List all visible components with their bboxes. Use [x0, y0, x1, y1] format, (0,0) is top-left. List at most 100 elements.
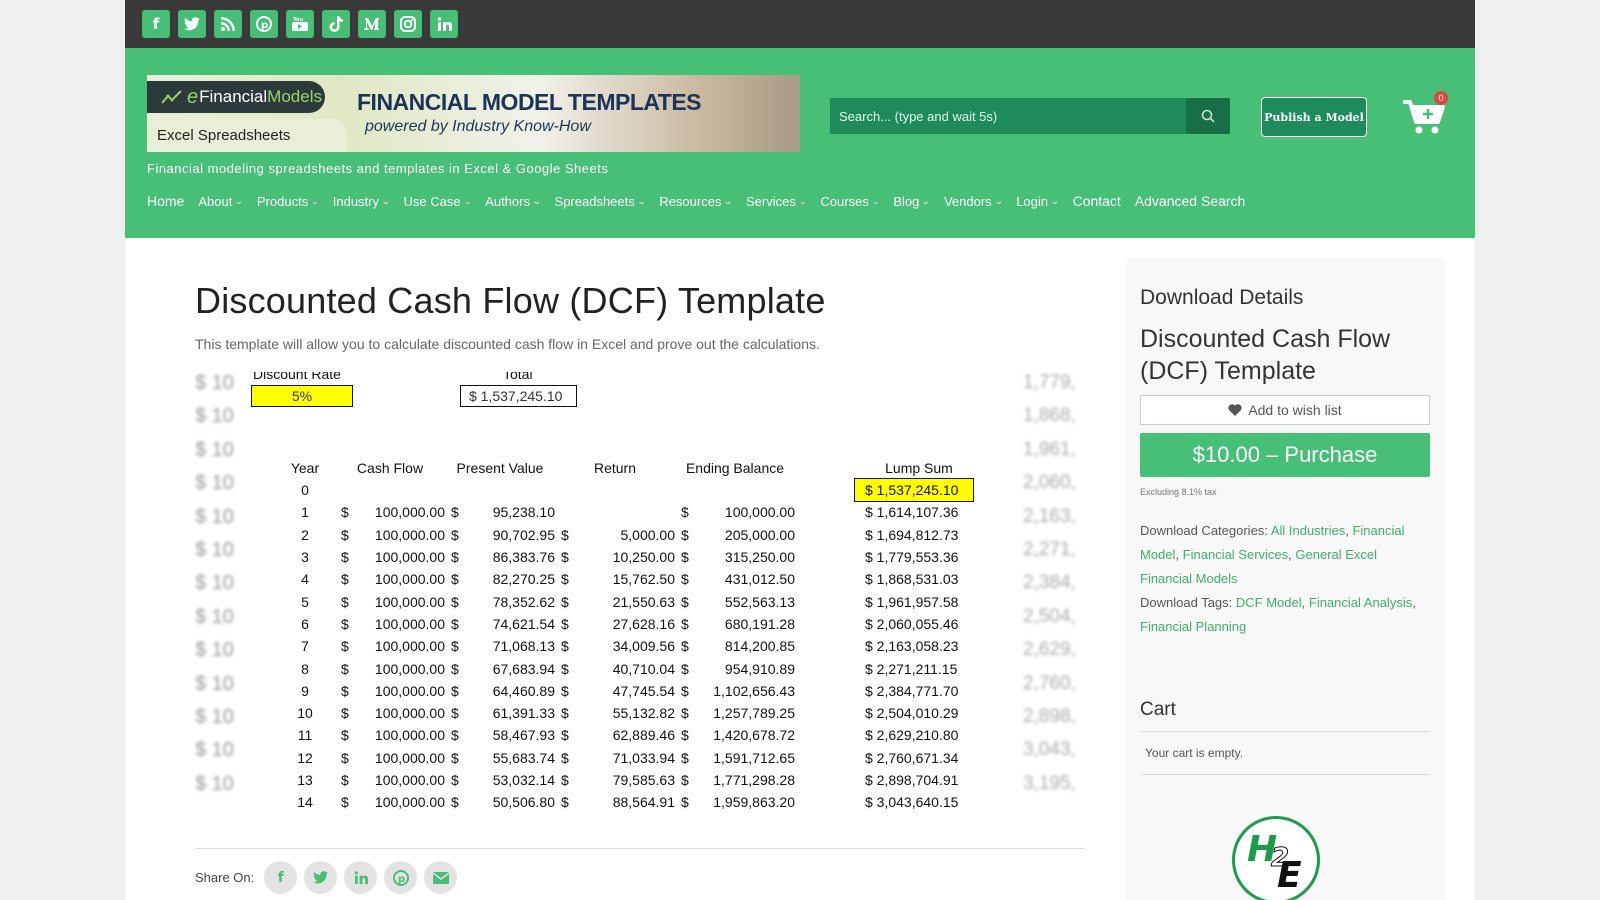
return-currency: $: [561, 749, 569, 766]
nav-label: Industry: [332, 193, 379, 209]
product-intro: This template will allow you to calculat…: [195, 336, 820, 352]
return-currency: $: [561, 772, 569, 788]
ghost-left-cell: $ 10: [195, 538, 234, 561]
nav-resources[interactable]: Resources ⌄: [659, 194, 733, 209]
ending-balance-cell: 1,420,678.72: [713, 727, 795, 744]
share-twitter-icon[interactable]: [304, 861, 338, 894]
cart-button[interactable]: 0: [1401, 91, 1448, 136]
header-banner[interactable]: e Financial Models Excel Spreadsheets FINA…: [147, 75, 800, 152]
share-linkedin-icon[interactable]: [344, 861, 378, 894]
medium-icon[interactable]: [358, 10, 386, 38]
category-link[interactable]: All Industries: [1271, 523, 1345, 538]
cash-flow-cell: 100,000.00: [374, 526, 445, 543]
nav-login[interactable]: Login ⌄: [1016, 194, 1059, 209]
return-cell: [577, 479, 675, 501]
nav-advanced-search[interactable]: Advanced Search: [1135, 193, 1246, 209]
purchase-button[interactable]: $10.00 – Purchase: [1140, 433, 1430, 477]
share-pinterest-icon[interactable]: p: [384, 861, 418, 894]
nav-industry[interactable]: Industry ⌄: [332, 193, 391, 209]
wishlist-label: Add to wish list: [1248, 402, 1342, 418]
table-row: 2 $100,000.00 $90,702.95 $5,000.00 $205,000.…: [275, 524, 973, 546]
share-email-icon[interactable]: [424, 861, 458, 894]
cash-flow-currency: [335, 479, 357, 501]
nav-home[interactable]: Home: [147, 193, 184, 209]
twitter-icon[interactable]: [178, 10, 206, 38]
nav-authors[interactable]: Authors ⌄: [485, 194, 541, 209]
return-cell: 21,550.63: [612, 593, 675, 610]
category-link[interactable]: Financial Services: [1183, 547, 1289, 562]
tag-link[interactable]: Financial Planning: [1140, 619, 1246, 634]
share-facebook-icon[interactable]: f: [264, 861, 298, 894]
present-value-cell: 58,467.93: [492, 727, 555, 744]
nav-vendors[interactable]: Vendors ⌄: [944, 194, 1003, 209]
return-currency: $: [561, 593, 569, 610]
nav-products[interactable]: Products ⌄: [257, 194, 320, 209]
nav-spreadsheets[interactable]: Spreadsheets ⌄: [555, 194, 647, 209]
ghost-right-cell: 1,779,: [1023, 372, 1076, 393]
cash-flow-cell: 100,000.00: [374, 682, 445, 699]
rss-icon[interactable]: [214, 10, 242, 38]
facebook-icon[interactable]: f: [142, 10, 170, 38]
search-input[interactable]: [830, 98, 1186, 134]
present-value-cell: 71,068.13: [492, 638, 555, 655]
present-value-cell: 64,460.89: [492, 682, 555, 699]
year: 9: [301, 682, 309, 699]
youtube-icon[interactable]: You: [286, 10, 314, 38]
return-currency: [555, 501, 577, 523]
year: 6: [301, 615, 309, 632]
nav-use-case[interactable]: Use Case ⌄: [404, 194, 473, 209]
table-row: 5 $100,000.00 $78,352.62 $21,550.63 $552,563…: [275, 590, 973, 612]
ghost-right-cell: 1,868,: [1023, 405, 1076, 427]
tiktok-icon[interactable]: [322, 10, 350, 38]
return-cell: 79,585.63: [612, 772, 675, 788]
discount-rate-value: 5%: [251, 385, 353, 407]
search-button[interactable]: [1186, 98, 1230, 134]
product-title: Discounted Cash Flow (DCF) Template: [195, 280, 826, 321]
spreadsheet-preview-image[interactable]: $ 10 $ 10 $ 10 $ 10 $ 10 $ 10 $ 10 $ 10 $ 10 $ 10…: [195, 372, 1085, 817]
nav-about[interactable]: About ⌄: [198, 194, 244, 209]
search-icon: [1201, 109, 1215, 123]
present-value-currency: $: [451, 660, 459, 677]
svg-text:p: p: [261, 20, 268, 31]
return-cell: 40,710.04: [612, 660, 675, 677]
spacer-cell: [795, 501, 855, 523]
ending-balance-cell: 315,250.00: [724, 549, 795, 566]
cash-flow-cell: 100,000.00: [374, 504, 445, 521]
logo-models: Models: [267, 87, 322, 106]
present-value-currency: $: [451, 749, 459, 766]
lump-sum-cell: $ 2,760,671.34: [865, 749, 959, 766]
return-cell: 55,132.82: [612, 705, 675, 722]
spacer-cell: [795, 769, 855, 791]
cash-flow-cell: 100,000.00: [374, 772, 445, 788]
nav-services[interactable]: Services ⌄: [746, 194, 808, 209]
svg-text:You: You: [292, 17, 304, 23]
ghost-left-cell: $ 10: [195, 472, 234, 495]
ending-balance-cell: 954,910.89: [724, 660, 795, 677]
nav-blog[interactable]: Blog ⌄: [893, 194, 931, 209]
present-value-currency: $: [451, 549, 459, 566]
return-currency: $: [561, 682, 569, 699]
nav-courses[interactable]: Courses ⌄: [820, 194, 880, 209]
nav-contact[interactable]: Contact: [1073, 193, 1121, 209]
tag-link[interactable]: Financial Analysis: [1309, 595, 1412, 610]
ending-balance-cell: 814,200.85: [724, 638, 795, 655]
publish-model-button[interactable]: Publish a Model: [1261, 97, 1367, 137]
chevron-down-icon: ⌄: [636, 195, 647, 206]
return-cell: [577, 501, 675, 523]
tax-note: Excluding 8.1% tax: [1140, 487, 1217, 497]
cash-flow-currency: $: [341, 705, 349, 722]
year: 13: [297, 772, 313, 788]
instagram-icon[interactable]: [394, 10, 422, 38]
logo-e: e: [187, 85, 199, 108]
pinterest-icon[interactable]: p: [250, 10, 278, 38]
ghost-left-cell: $ 10: [195, 739, 234, 762]
tag-link[interactable]: DCF Model: [1236, 595, 1302, 610]
cash-flow-cell: 100,000.00: [374, 638, 445, 655]
add-to-wishlist-button[interactable]: Add to wish list: [1140, 395, 1430, 425]
efinancialmodels-logo[interactable]: e Financial Models: [147, 81, 325, 113]
linkedin-icon[interactable]: [430, 10, 458, 38]
return-currency: $: [561, 571, 569, 588]
lump-sum-cell: $ 2,629,210.80: [865, 727, 959, 744]
year: 14: [297, 794, 313, 811]
h2e-badge-logo[interactable]: H 2 E: [1232, 816, 1320, 900]
